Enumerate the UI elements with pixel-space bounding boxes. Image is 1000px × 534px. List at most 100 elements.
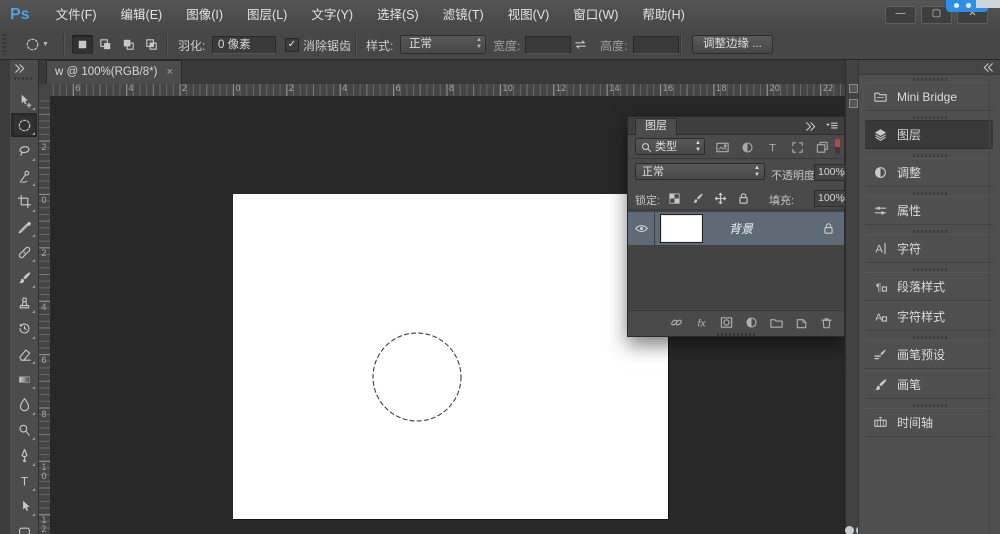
intersect-selection-button[interactable] bbox=[141, 35, 162, 54]
fx-icon[interactable]: fx bbox=[693, 314, 709, 330]
new-adjustment-icon[interactable] bbox=[743, 314, 759, 330]
dock-group-handle[interactable] bbox=[913, 192, 947, 195]
add-to-selection-button[interactable] bbox=[95, 35, 116, 54]
options-grip[interactable] bbox=[2, 34, 7, 55]
lock-transparent-icon[interactable] bbox=[666, 190, 682, 206]
new-layer-icon[interactable] bbox=[793, 314, 809, 330]
style-select[interactable]: 正常▲▼ bbox=[400, 35, 486, 54]
quick-selection-tool[interactable] bbox=[11, 164, 37, 188]
type-tool[interactable]: T bbox=[11, 469, 37, 493]
dock-button-brush-presets[interactable]: 画笔预设 bbox=[865, 340, 993, 369]
menu-item[interactable]: 编辑(E) bbox=[109, 0, 175, 30]
menu-item[interactable]: 图像(I) bbox=[174, 0, 235, 30]
tools-grip[interactable] bbox=[14, 77, 34, 80]
double-chevron-right-icon[interactable] bbox=[802, 118, 818, 134]
dock-button-adjustments[interactable]: 调整 bbox=[865, 158, 993, 187]
clone-stamp-tool[interactable] bbox=[11, 291, 37, 315]
type-filter-icon[interactable]: T bbox=[764, 139, 780, 155]
menu-item[interactable]: 文件(F) bbox=[44, 0, 109, 30]
layer-thumbnail[interactable] bbox=[661, 215, 702, 242]
dock-group-handle[interactable] bbox=[913, 78, 947, 81]
menu-item[interactable]: 文字(Y) bbox=[299, 0, 365, 30]
menu-item[interactable]: 帮助(H) bbox=[630, 0, 696, 30]
width-input[interactable] bbox=[525, 36, 571, 54]
spot-healing-brush-tool[interactable] bbox=[11, 240, 37, 264]
eyedropper-tool[interactable] bbox=[11, 215, 37, 239]
lock-all-icon[interactable] bbox=[735, 190, 751, 206]
dock-button-layers[interactable]: 图层 bbox=[865, 120, 993, 149]
svg-text:T: T bbox=[769, 142, 776, 154]
dock-button-paragraph-styles[interactable]: ¶段落样式 bbox=[865, 272, 993, 301]
document-tab[interactable]: w @ 100%(RGB/8*)× bbox=[46, 60, 182, 84]
dock-button-character[interactable]: A字符 bbox=[865, 234, 993, 263]
antialias-checkbox[interactable]: ✓ bbox=[285, 38, 299, 52]
link-icon[interactable] bbox=[668, 314, 684, 330]
ruler-label: 6 bbox=[75, 84, 80, 94]
dock-divider-strip[interactable] bbox=[845, 60, 859, 534]
picture-icon[interactable] bbox=[714, 139, 730, 155]
trash-icon[interactable] bbox=[818, 314, 834, 330]
dock-header bbox=[859, 60, 1000, 75]
pen-tool[interactable] bbox=[11, 444, 37, 468]
crop-tool[interactable] bbox=[11, 190, 37, 214]
blur-tool[interactable] bbox=[11, 393, 37, 417]
marquee-selection-ellipse[interactable] bbox=[369, 329, 465, 425]
menu-item[interactable]: 选择(S) bbox=[365, 0, 431, 30]
fill-value[interactable]: 100%▼ bbox=[814, 190, 847, 207]
smart-object-icon[interactable] bbox=[789, 139, 805, 155]
close-tab-icon[interactable]: × bbox=[166, 66, 172, 78]
dock-button-mini-bridge[interactable]: Mini Bridge bbox=[865, 82, 993, 111]
subtract-from-selection-button[interactable] bbox=[118, 35, 139, 54]
dock-group-handle[interactable] bbox=[913, 336, 947, 339]
mask-icon[interactable] bbox=[718, 314, 734, 330]
adjustment-icon[interactable] bbox=[739, 139, 755, 155]
group-icon[interactable] bbox=[768, 314, 784, 330]
layer-row-background[interactable]: 背景 bbox=[628, 212, 844, 245]
gradient-tool[interactable] bbox=[11, 367, 37, 391]
brush-tool[interactable] bbox=[11, 266, 37, 290]
panel-menu-icon[interactable] bbox=[823, 118, 839, 134]
duplicate-icon[interactable] bbox=[814, 139, 830, 155]
eraser-tool[interactable] bbox=[11, 342, 37, 366]
dock-mini-icon[interactable] bbox=[849, 84, 858, 93]
document-canvas[interactable] bbox=[233, 194, 668, 519]
path-selection-tool[interactable] bbox=[11, 494, 37, 518]
layers-tab[interactable]: 图层 bbox=[635, 118, 677, 135]
dock-group-handle[interactable] bbox=[913, 154, 947, 157]
dodge-tool[interactable] bbox=[11, 418, 37, 442]
tool-preset-picker[interactable]: ▼ bbox=[24, 35, 58, 54]
blend-mode-select[interactable]: 正常 ▲▼ bbox=[635, 163, 765, 180]
dock-mini-icon[interactable] bbox=[849, 99, 858, 108]
minimize-button[interactable]: — bbox=[885, 6, 916, 24]
opacity-value[interactable]: 100%▼ bbox=[814, 164, 847, 181]
dock-button-character-styles[interactable]: A字符样式 bbox=[865, 302, 993, 331]
dock-group-handle[interactable] bbox=[913, 116, 947, 119]
lock-move-icon[interactable] bbox=[712, 190, 728, 206]
dock-group-handle[interactable] bbox=[913, 268, 947, 271]
swap-dimensions-icon[interactable] bbox=[572, 36, 588, 52]
menu-item[interactable]: 图层(L) bbox=[235, 0, 299, 30]
shape-tool[interactable] bbox=[11, 520, 37, 534]
lasso-tool[interactable] bbox=[11, 139, 37, 163]
menu-item[interactable]: 窗口(W) bbox=[561, 0, 630, 30]
panel-resize-grip[interactable] bbox=[717, 333, 755, 336]
filter-type-select[interactable]: 类型 ▲▼ bbox=[635, 138, 705, 155]
move-tool[interactable] bbox=[11, 88, 37, 112]
dock-button-timeline[interactable]: 时间轴 bbox=[865, 408, 993, 437]
elliptical-marquee-tool[interactable] bbox=[11, 113, 37, 137]
filter-toggle[interactable] bbox=[835, 139, 840, 154]
visibility-cell[interactable] bbox=[628, 212, 655, 245]
height-input[interactable] bbox=[633, 36, 679, 54]
lock-paint-icon[interactable] bbox=[689, 190, 705, 206]
menu-item[interactable]: 视图(V) bbox=[496, 0, 562, 30]
dock-button-properties[interactable]: 属性 bbox=[865, 196, 993, 225]
dock-group-handle[interactable] bbox=[913, 404, 947, 407]
new-selection-button[interactable] bbox=[72, 35, 93, 54]
refine-edge-button[interactable]: 调整边缘 ... bbox=[692, 35, 773, 54]
dock-button-brush2[interactable]: 画笔 bbox=[865, 370, 993, 399]
double-chevron-left-icon[interactable] bbox=[980, 59, 996, 75]
history-brush-tool[interactable] bbox=[11, 317, 37, 341]
feather-input[interactable]: 0 像素 bbox=[212, 36, 276, 54]
menu-item[interactable]: 滤镜(T) bbox=[431, 0, 496, 30]
dock-group-handle[interactable] bbox=[913, 230, 947, 233]
